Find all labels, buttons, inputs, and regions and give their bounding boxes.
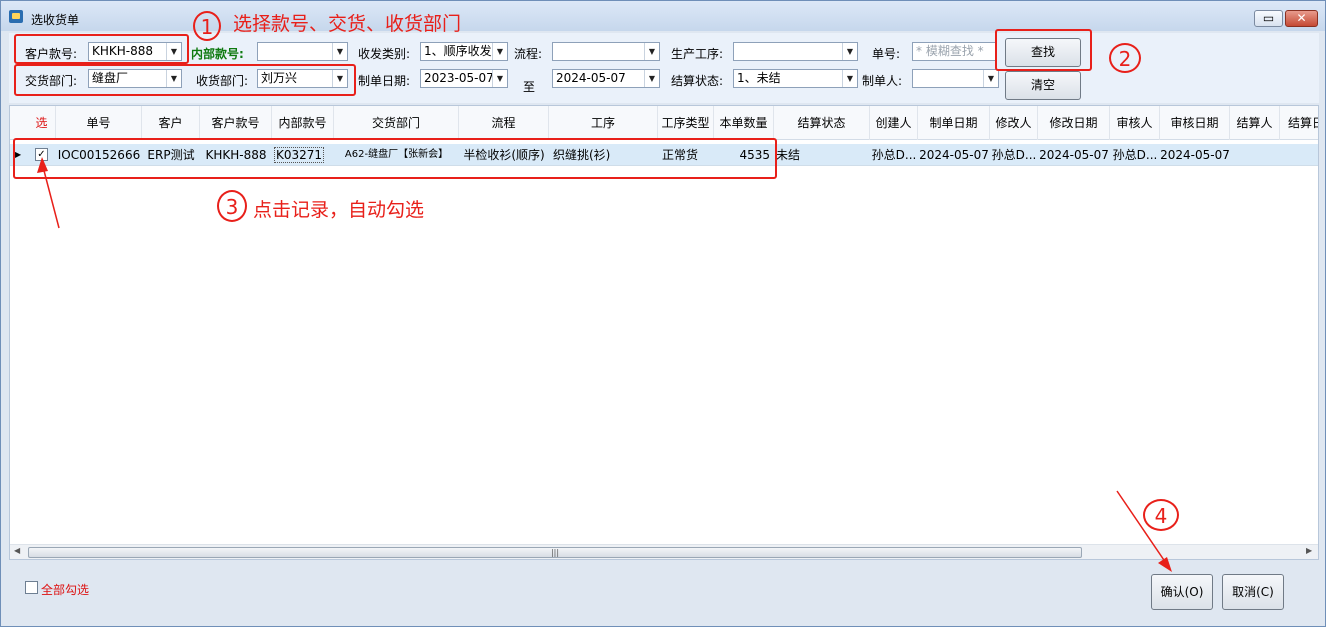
process-combo[interactable]: ▼: [733, 42, 858, 61]
column-header[interactable]: 结算人: [1230, 106, 1280, 140]
cell-settle-status: 未结: [776, 148, 801, 162]
creator-label: 制单人:: [862, 74, 903, 88]
chevron-down-icon[interactable]: ▼: [983, 70, 998, 87]
date-to-picker[interactable]: 2024-05-07 ▼: [552, 69, 660, 88]
annotation-box-search: [995, 29, 1092, 71]
order-no-label: 单号:: [872, 47, 901, 61]
chevron-down-icon[interactable]: ▼: [842, 70, 857, 87]
order-no-input[interactable]: * 模糊查找 *: [912, 42, 996, 61]
date-label: 制单日期:: [358, 74, 411, 88]
send-type-label: 收发类别:: [358, 47, 411, 61]
footer-panel: [9, 561, 1319, 623]
select-receipt-window: 选收货单 ▭ ✕ 客户款号: KHKH-888 ▼ 内部款号: ▼ 收发类别: …: [0, 0, 1326, 627]
column-header[interactable]: 内部款号: [272, 106, 334, 140]
chevron-down-icon[interactable]: ▼: [332, 43, 347, 60]
settle-status-combo[interactable]: 1、未结 ▼: [733, 69, 858, 88]
column-header[interactable]: 审核日期: [1160, 106, 1230, 140]
settle-status-value: 1、未结: [737, 71, 781, 85]
confirm-button[interactable]: 确认(O): [1151, 574, 1213, 610]
chevron-down-icon[interactable]: ▼: [644, 43, 659, 60]
horizontal-scrollbar[interactable]: ◀ ||| ▶: [10, 544, 1318, 559]
chevron-down-icon[interactable]: ▼: [644, 70, 659, 87]
creator-combo[interactable]: ▼: [912, 69, 999, 88]
select-all-checkbox[interactable]: [25, 581, 38, 594]
column-header[interactable]: 审核人: [1110, 106, 1160, 140]
column-header[interactable]: 结算日: [1280, 106, 1318, 140]
column-header[interactable]: 制单日期: [918, 106, 990, 140]
step-1-text: 选择款号、交货、收货部门: [233, 13, 462, 35]
column-header[interactable]: 修改人: [990, 106, 1038, 140]
chevron-down-icon[interactable]: ▼: [492, 43, 507, 60]
cell-audit-date: 2024-05-07: [1160, 148, 1230, 162]
process-label: 生产工序:: [671, 47, 724, 61]
column-header[interactable]: 选: [28, 106, 56, 140]
send-type-combo[interactable]: 1、顺序收发 ▼: [420, 42, 508, 61]
column-header[interactable]: 客户: [142, 106, 200, 140]
column-header[interactable]: 流程: [459, 106, 549, 140]
annotation-box-depts: [14, 64, 356, 96]
minimize-button[interactable]: ▭: [1254, 10, 1283, 27]
step-4-marker: 4: [1143, 499, 1179, 531]
column-header[interactable]: 单号: [56, 106, 142, 140]
cell-auditor: 孙总D...: [1112, 148, 1158, 162]
cell-settler: [1230, 144, 1280, 166]
grid-header: 选 单号 客户 客户款号 内部款号 交货部门 流程 工序 工序类型 本单数量 结…: [10, 106, 1318, 140]
annotation-box-record: [13, 138, 777, 179]
column-header[interactable]: 交货部门: [334, 106, 459, 140]
column-header[interactable]: 客户款号: [200, 106, 272, 140]
settle-status-label: 结算状态:: [671, 74, 724, 88]
scrollbar-thumb[interactable]: |||: [28, 547, 1082, 558]
step-2-marker: 2: [1109, 43, 1141, 73]
flow-label: 流程:: [514, 47, 543, 61]
step-3-marker: 3: [217, 190, 247, 222]
scroll-left-icon[interactable]: ◀: [14, 546, 20, 555]
chevron-down-icon[interactable]: ▼: [492, 70, 507, 87]
column-header[interactable]: 创建人: [870, 106, 918, 140]
column-header[interactable]: 结算状态: [774, 106, 870, 140]
cell-creator: 孙总D...: [871, 148, 917, 162]
select-all-label[interactable]: 全部勾选: [41, 581, 89, 598]
column-header[interactable]: 工序: [549, 106, 658, 140]
internal-style-label: 内部款号:: [191, 47, 244, 61]
date-to-label: 至: [523, 80, 536, 94]
window-title: 选收货单: [31, 13, 80, 27]
clear-button[interactable]: 清空: [1005, 71, 1081, 100]
date-from-picker[interactable]: 2023-05-07 ▼: [420, 69, 508, 88]
cancel-button[interactable]: 取消(C): [1222, 574, 1284, 610]
app-logo-icon: [9, 10, 23, 23]
cell-modifier: 孙总D...: [991, 148, 1037, 162]
internal-style-combo[interactable]: ▼: [257, 42, 348, 61]
close-button[interactable]: ✕: [1285, 10, 1318, 27]
column-header[interactable]: 工序类型: [658, 106, 714, 140]
chevron-down-icon[interactable]: ▼: [842, 43, 857, 60]
step-1-marker: 1: [193, 11, 221, 41]
annotation-box-style: [14, 34, 189, 64]
scroll-right-icon[interactable]: ▶: [1306, 546, 1312, 555]
cell-modify-date: 2024-05-07: [1039, 148, 1109, 162]
column-header[interactable]: 本单数量: [714, 106, 774, 140]
date-to-value: 2024-05-07: [556, 71, 626, 85]
send-type-value: 1、顺序收发: [424, 44, 492, 58]
step-3-text: 点击记录，自动勾选: [253, 199, 425, 221]
cell-settle-date: [1280, 144, 1318, 166]
cell-create-date: 2024-05-07: [919, 148, 989, 162]
date-from-value: 2023-05-07: [424, 71, 494, 85]
flow-combo[interactable]: ▼: [552, 42, 660, 61]
column-header[interactable]: 修改日期: [1038, 106, 1110, 140]
